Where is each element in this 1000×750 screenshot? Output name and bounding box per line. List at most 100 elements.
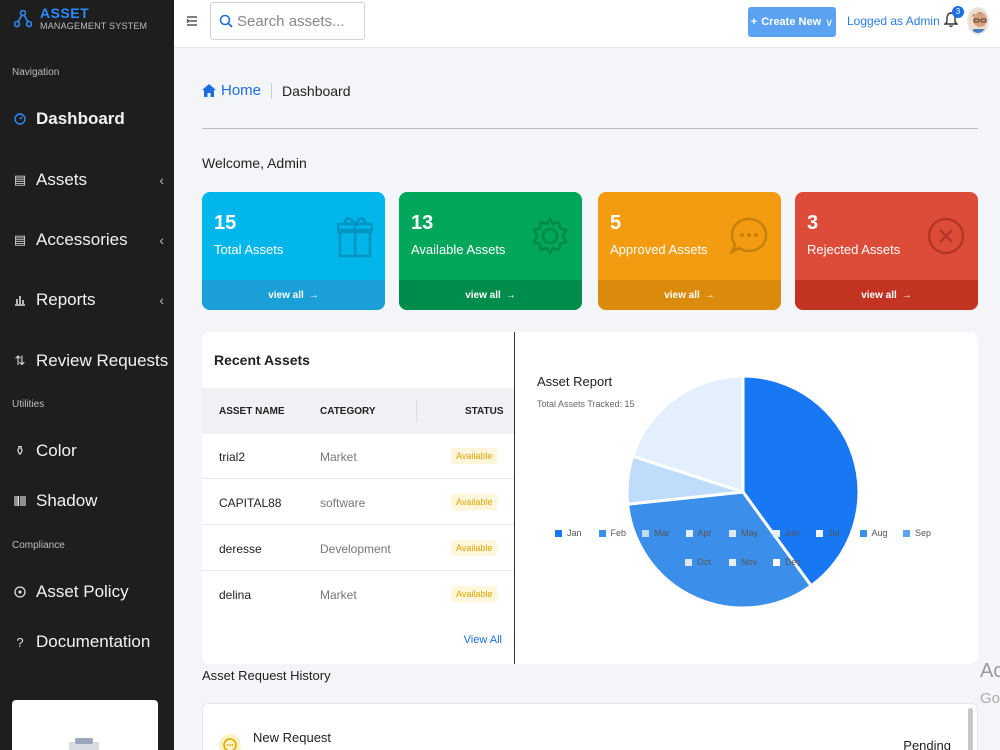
legend-swatch bbox=[729, 558, 736, 566]
sidebar-item-review-requests[interactable]: ⇅ Review Requests bbox=[0, 341, 174, 381]
sort-icon: ⇅ bbox=[14, 353, 26, 368]
legend-label: Feb bbox=[610, 528, 627, 538]
legend-item-jun[interactable]: Jun bbox=[772, 528, 799, 538]
legend-label: Jul bbox=[828, 528, 840, 538]
legend-item-aug[interactable]: Aug bbox=[859, 528, 888, 538]
welcome-text: Welcome, Admin bbox=[202, 155, 307, 171]
legend-label: Apr bbox=[697, 528, 712, 538]
request-history-item[interactable]: New Request Pending bbox=[202, 703, 978, 750]
logged-as-link[interactable]: Logged as Admin bbox=[847, 14, 940, 28]
sidebar-item-accessories[interactable]: ▤ Accessories ‹ bbox=[0, 220, 174, 260]
legend-item-sep[interactable]: Sep bbox=[903, 528, 931, 538]
legend-swatch bbox=[816, 529, 823, 537]
stat-label: Available Assets bbox=[411, 242, 506, 257]
sidebar-item-label: Dashboard bbox=[36, 109, 125, 128]
promo-card bbox=[12, 700, 158, 750]
table-row[interactable]: delina Market Available bbox=[202, 572, 514, 617]
scrollbar[interactable] bbox=[968, 708, 973, 750]
legend-item-nov[interactable]: Nov bbox=[729, 557, 757, 567]
avatar[interactable] bbox=[967, 7, 989, 35]
legend-label: Aug bbox=[871, 528, 888, 538]
table-row[interactable]: CAPITAL88 software Available bbox=[202, 480, 514, 525]
stat-view-all[interactable]: view all → bbox=[598, 280, 781, 310]
column-header: STATUS bbox=[465, 406, 504, 417]
legend-label: Dec bbox=[785, 557, 802, 567]
section-navigation: Navigation bbox=[12, 67, 60, 78]
asset-name: delina bbox=[219, 588, 252, 602]
status-badge: Available bbox=[451, 586, 498, 602]
asset-name: CAPITAL88 bbox=[219, 496, 282, 510]
arrow-right-icon: → bbox=[901, 289, 912, 301]
search-input[interactable] bbox=[237, 12, 357, 30]
stat-value: 15 bbox=[214, 212, 237, 234]
legend-item-may[interactable]: May bbox=[729, 528, 758, 538]
gauge-icon bbox=[12, 111, 28, 127]
legend-swatch bbox=[598, 529, 606, 537]
sidebar-item-label: Assets bbox=[36, 170, 88, 189]
plus-icon: + bbox=[750, 16, 758, 28]
status-badge: Available bbox=[451, 540, 498, 556]
sidebar-item-color[interactable]: ⚱ Color bbox=[0, 431, 174, 471]
question-icon: ? bbox=[16, 634, 24, 650]
gift-icon bbox=[337, 217, 373, 258]
table-row[interactable]: trial2 Market Available bbox=[202, 434, 514, 479]
legend-swatch bbox=[772, 529, 780, 537]
legend-swatch bbox=[685, 558, 692, 566]
paint-icon: ⚱ bbox=[14, 443, 26, 458]
asset-category: Market bbox=[320, 450, 357, 464]
server-icon bbox=[69, 738, 99, 750]
legend-item-mar[interactable]: Mar bbox=[642, 528, 670, 538]
asset-name: trial2 bbox=[219, 450, 246, 464]
gear-icon bbox=[532, 216, 568, 256]
sidebar-item-label: Asset Policy bbox=[36, 582, 129, 601]
chevron-left-icon: ‹ bbox=[159, 292, 164, 308]
legend-item-jan[interactable]: Jan bbox=[555, 528, 582, 538]
topbar: + Create New ∨ Logged as Admin 3 bbox=[174, 0, 1000, 48]
asset-category: Development bbox=[320, 542, 391, 556]
stat-view-all[interactable]: view all → bbox=[202, 280, 385, 310]
sidebar-item-shadow[interactable]: Shadow bbox=[0, 481, 174, 521]
legend-item-feb[interactable]: Feb bbox=[598, 528, 627, 538]
sidebar-item-documentation[interactable]: ? Documentation bbox=[0, 622, 174, 662]
table-row[interactable]: deresse Development Available bbox=[202, 526, 514, 571]
watermark-text-2: Go bbox=[980, 690, 1000, 707]
legend-item-dec[interactable]: Dec bbox=[773, 557, 801, 567]
legend-item-apr[interactable]: Apr bbox=[685, 528, 712, 538]
recent-assets-panel: Recent Assets ASSET NAME CATEGORY STATUS… bbox=[202, 332, 514, 664]
legend-swatch bbox=[555, 529, 562, 537]
legend-swatch bbox=[642, 529, 649, 537]
sidebar-item-asset-policy[interactable]: Asset Policy bbox=[0, 572, 174, 612]
arrow-right-icon: → bbox=[308, 289, 319, 301]
section-compliance: Compliance bbox=[12, 540, 65, 551]
search-box[interactable] bbox=[210, 2, 365, 40]
search-icon bbox=[219, 14, 233, 28]
divider bbox=[202, 128, 978, 129]
stat-card-available: 13 Available Assets view all → bbox=[399, 192, 582, 310]
breadcrumb: Home Dashboard bbox=[202, 82, 351, 99]
sidebar-item-dashboard[interactable]: Dashboard bbox=[0, 99, 174, 139]
sidebar-item-assets[interactable]: ▤ Assets ‹ bbox=[0, 160, 174, 200]
arrow-right-icon: → bbox=[704, 289, 715, 301]
legend-label: Nov bbox=[741, 557, 758, 567]
stat-view-all[interactable]: view all → bbox=[399, 280, 582, 310]
stat-card-total: 15 Total Assets view all → bbox=[202, 192, 385, 310]
view-all-link[interactable]: View All bbox=[464, 634, 502, 646]
view-all-label: view all bbox=[861, 289, 897, 301]
sidebar-item-label: Shadow bbox=[36, 491, 98, 510]
stat-label: Approved Assets bbox=[610, 242, 708, 257]
sidebar-item-label: Accessories bbox=[36, 230, 128, 249]
recent-assets-title: Recent Assets bbox=[214, 352, 310, 368]
legend-label: Jan bbox=[567, 528, 582, 538]
menu-toggle-icon[interactable] bbox=[186, 14, 198, 30]
create-new-label: Create New bbox=[761, 16, 822, 28]
watermark-text: Ac bbox=[980, 660, 1000, 682]
sidebar-item-reports[interactable]: Reports ‹ bbox=[0, 280, 174, 320]
breadcrumb-home[interactable]: Home bbox=[202, 82, 261, 99]
breadcrumb-current: Dashboard bbox=[282, 82, 351, 99]
stat-view-all[interactable]: view all → bbox=[795, 280, 978, 310]
create-new-button[interactable]: + Create New ∨ bbox=[748, 7, 836, 37]
brand-logo[interactable]: ASSET MANAGEMENT SYSTEM bbox=[14, 6, 147, 31]
sidebar-item-label: Review Requests bbox=[36, 351, 169, 370]
legend-item-jul[interactable]: Jul bbox=[816, 528, 840, 538]
legend-item-oct[interactable]: Oct bbox=[685, 557, 711, 567]
